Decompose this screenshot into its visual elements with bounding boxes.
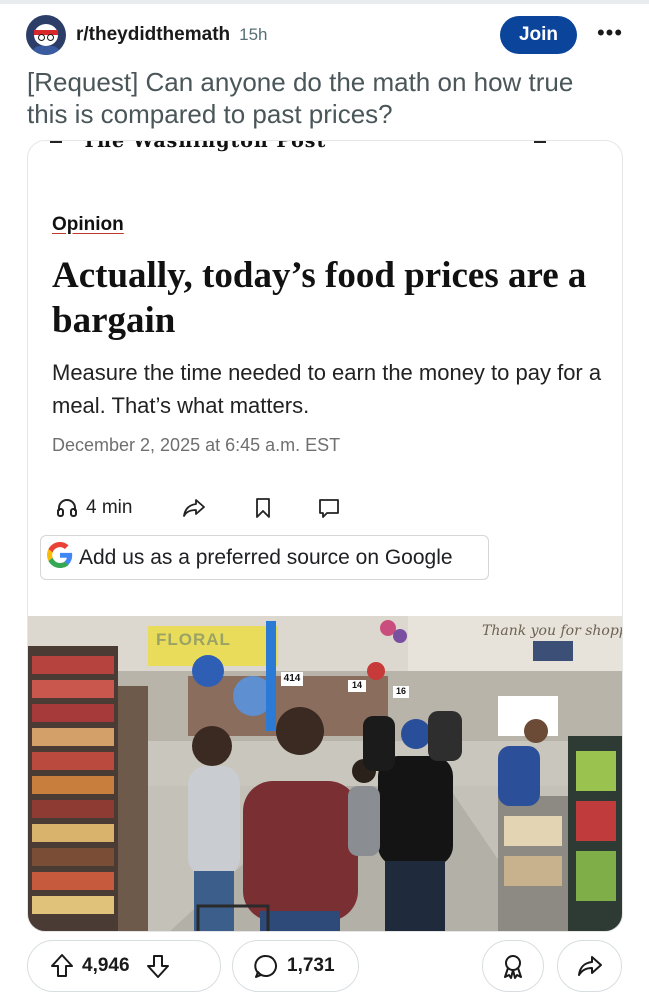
article-toolbar: 4 min <box>52 491 372 525</box>
article-deck: Measure the time needed to earn the mone… <box>52 360 602 418</box>
section-label: Opinion <box>52 214 124 235</box>
subreddit-avatar-icon[interactable] <box>26 15 66 55</box>
share-arrow-icon <box>182 491 206 525</box>
award-button[interactable] <box>482 940 544 992</box>
store-wall-text: Thank you for shoppi <box>482 623 623 639</box>
price-tag: 414 <box>283 673 301 684</box>
upvote-count: 4,946 <box>82 955 130 976</box>
article-headline: Actually, today’s food prices are a barg… <box>52 255 587 341</box>
post-image[interactable]: The Washington Post Opinion Actually, to… <box>27 140 623 932</box>
grocery-store-photo: FLORAL Thank you for shoppi 414 14 16 <box>28 616 623 931</box>
headphones-icon <box>56 497 78 519</box>
post-header: r/theydidthemath 15h Join ••• <box>26 14 626 56</box>
post-age: 15h <box>239 25 268 44</box>
price-tag: 16 <box>395 686 406 696</box>
google-g-icon <box>47 542 73 573</box>
listen-button: 4 min <box>56 491 132 525</box>
share-button[interactable] <box>557 940 622 992</box>
google-source-label: Add us as a preferred source on Google <box>79 545 453 569</box>
top-divider <box>0 0 649 4</box>
upvote-icon[interactable] <box>50 953 74 979</box>
join-button[interactable]: Join <box>500 16 577 54</box>
bookmark-icon <box>254 491 272 525</box>
google-source-button: Add us as a preferred source on Google <box>40 535 489 580</box>
comment-count: 1,731 <box>287 955 335 976</box>
comment-icon <box>318 491 340 525</box>
post-title[interactable]: [Request] Can anyone do the math on how … <box>27 66 617 130</box>
masthead: The Washington Post <box>82 141 327 152</box>
comment-bubble-icon <box>253 953 279 979</box>
vote-control: 4,946 <box>27 940 221 992</box>
share-icon <box>577 954 603 978</box>
masthead-strip: The Washington Post <box>28 141 622 153</box>
listen-duration: 4 min <box>86 497 133 518</box>
comments-button[interactable]: 1,731 <box>232 940 359 992</box>
price-tag: 14 <box>351 680 362 690</box>
subreddit-name[interactable]: r/theydidthemath <box>76 24 230 46</box>
downvote-icon[interactable] <box>146 953 170 979</box>
floral-sign: FLORAL <box>156 630 231 649</box>
post-action-bar: 4,946 1,731 <box>27 940 623 992</box>
article-dateline: December 2, 2025 at 6:45 a.m. EST <box>52 435 341 455</box>
award-icon <box>501 953 525 979</box>
more-icon[interactable]: ••• <box>596 18 624 48</box>
